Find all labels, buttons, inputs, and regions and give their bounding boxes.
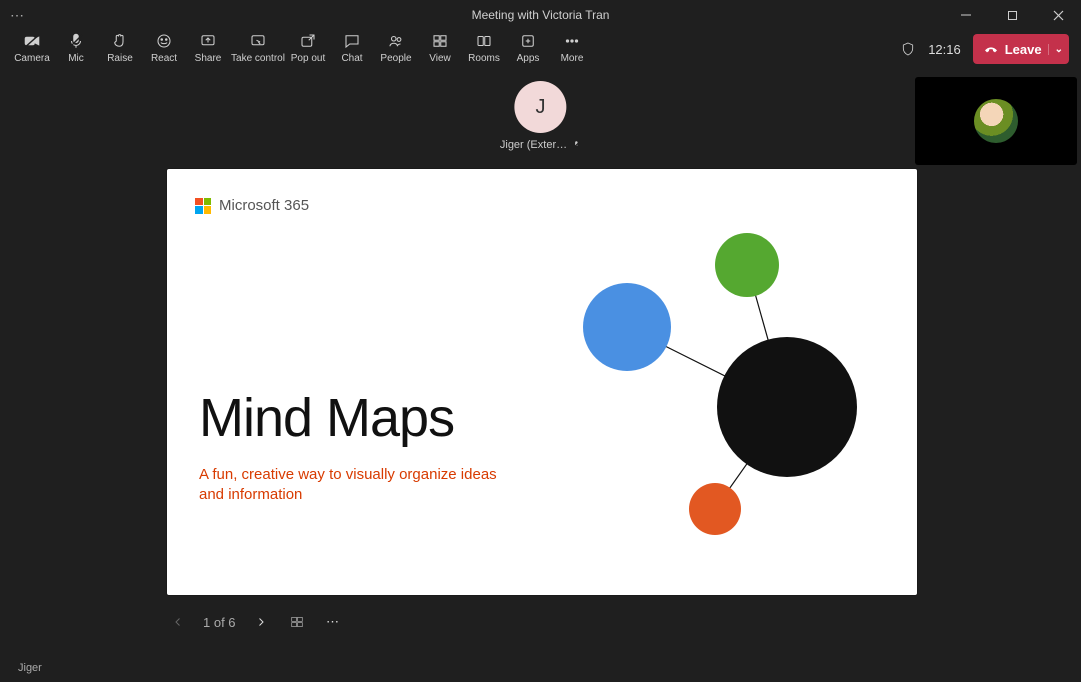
- pop-out-button[interactable]: Pop out: [286, 30, 330, 64]
- share-screen-icon: [199, 32, 217, 50]
- pop-out-icon: [299, 32, 317, 50]
- camera-button[interactable]: Camera: [10, 30, 54, 64]
- take-control-button[interactable]: Take control: [230, 30, 286, 64]
- shared-content-slide[interactable]: Microsoft 365 Mind Maps A fun, creative …: [167, 169, 917, 595]
- raise-hand-button[interactable]: Raise: [98, 30, 142, 64]
- more-button[interactable]: More: [550, 30, 594, 64]
- apps-button[interactable]: Apps: [506, 30, 550, 64]
- meeting-title: Meeting with Victoria Tran: [472, 8, 610, 22]
- close-button[interactable]: [1035, 0, 1081, 30]
- leave-button[interactable]: Leave ⌄: [973, 34, 1069, 64]
- presenter-name: Jiger: [18, 662, 42, 674]
- rooms-icon: [475, 32, 493, 50]
- meeting-stage: J Jiger (Exter… Microsoft 365 Mind Maps …: [0, 75, 1081, 652]
- meeting-toolbar: Camera Mic Raise React Share: [0, 30, 1081, 75]
- participant-avatar: J: [515, 81, 567, 133]
- slide-position-label: 1 of 6: [203, 615, 236, 630]
- toolbar-group-left: Camera Mic Raise React Share: [10, 30, 594, 64]
- people-button[interactable]: People: [374, 30, 418, 64]
- hangup-icon: [983, 41, 999, 57]
- rooms-button[interactable]: Rooms: [462, 30, 506, 64]
- share-button[interactable]: Share: [186, 30, 230, 64]
- app-menu-dots[interactable]: ⋯: [10, 7, 24, 24]
- chat-button[interactable]: Chat: [330, 30, 374, 64]
- status-bar: Jiger: [0, 654, 60, 682]
- leave-label: Leave: [1005, 42, 1042, 57]
- self-video-tile[interactable]: [915, 77, 1077, 165]
- more-slide-options-button[interactable]: ⋯: [322, 611, 344, 633]
- mic-off-icon: [67, 32, 85, 50]
- apps-icon: [519, 32, 537, 50]
- participant-name-label: Jiger (Exter…: [500, 139, 581, 151]
- smile-icon: [155, 32, 173, 50]
- slide-navigation: 1 of 6 ⋯: [167, 603, 344, 633]
- participant-tile[interactable]: J Jiger (Exter…: [500, 81, 581, 151]
- minimize-button[interactable]: [943, 0, 989, 30]
- mic-button[interactable]: Mic: [54, 30, 98, 64]
- prev-slide-button[interactable]: [167, 611, 189, 633]
- title-bar: ⋯ Meeting with Victoria Tran: [0, 0, 1081, 30]
- view-button[interactable]: View: [418, 30, 462, 64]
- react-button[interactable]: React: [142, 30, 186, 64]
- mic-muted-icon: [571, 140, 581, 150]
- grid-view-slides-button[interactable]: [286, 611, 308, 633]
- chat-icon: [343, 32, 361, 50]
- meeting-timer: 12:16: [928, 42, 961, 57]
- camera-off-icon: [23, 32, 41, 50]
- mindmap-graphic: [167, 169, 917, 595]
- take-control-icon: [249, 32, 267, 50]
- more-icon: [563, 32, 581, 50]
- slide-title: Mind Maps: [199, 387, 454, 449]
- next-slide-button[interactable]: [250, 611, 272, 633]
- chevron-down-icon[interactable]: ⌄: [1048, 44, 1063, 55]
- shield-icon[interactable]: [900, 41, 916, 57]
- hand-icon: [111, 32, 129, 50]
- people-icon: [387, 32, 405, 50]
- maximize-button[interactable]: [989, 0, 1035, 30]
- slide-subtitle: A fun, creative way to visually organize…: [199, 465, 499, 506]
- self-avatar: [974, 99, 1018, 143]
- grid-view-icon: [431, 32, 449, 50]
